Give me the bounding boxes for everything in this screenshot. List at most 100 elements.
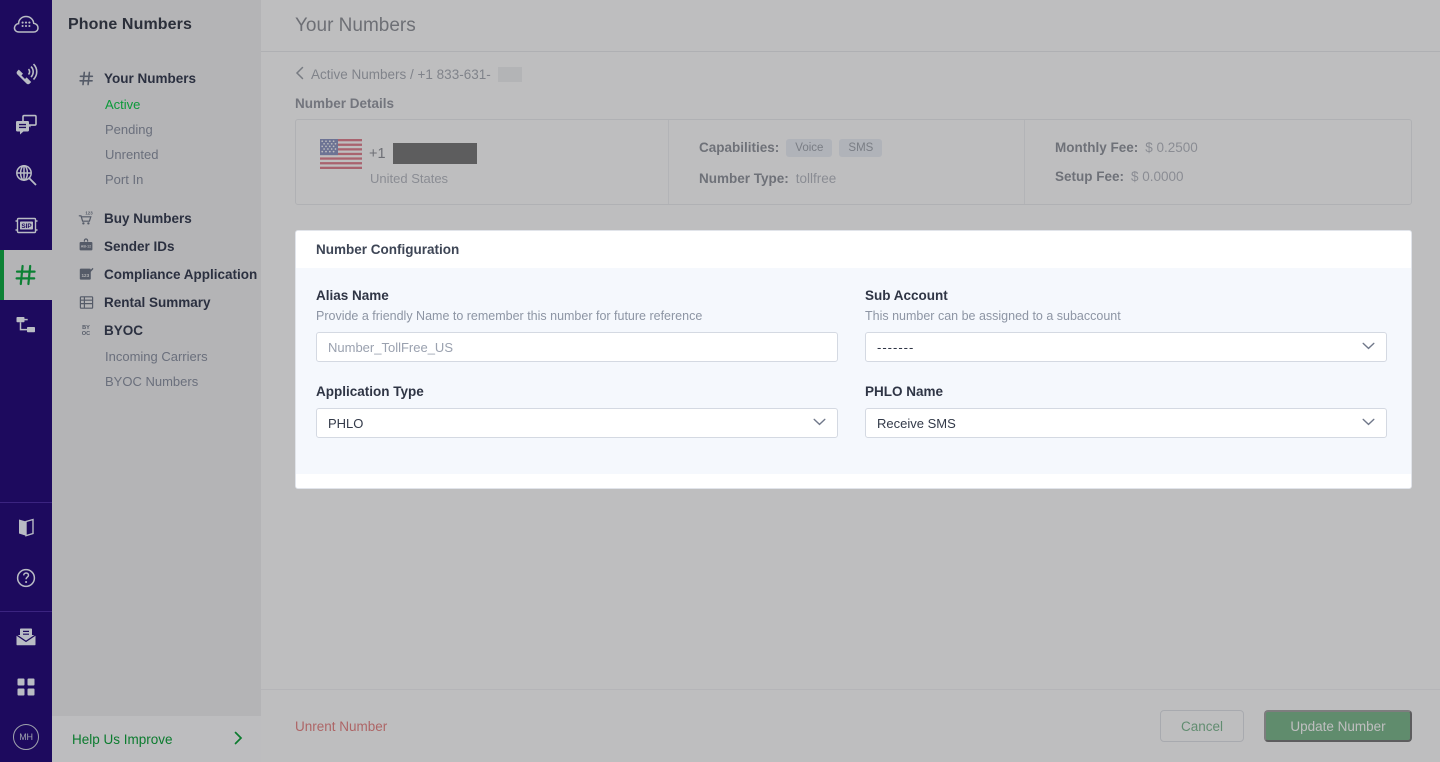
- alias-name-input[interactable]: Number_TollFree_US: [316, 332, 838, 362]
- alias-name-field: Alias Name Provide a friendly Name to re…: [316, 288, 838, 362]
- sidebar-subitem-active[interactable]: Active: [52, 92, 261, 117]
- country-code: +1: [369, 146, 386, 162]
- apps-grid-icon[interactable]: [0, 662, 52, 712]
- breadcrumb-text: Active Numbers / +1 833-631-: [311, 67, 491, 82]
- cloud-grid-icon[interactable]: [0, 0, 52, 50]
- sidebar-subitem-pending[interactable]: Pending: [52, 117, 261, 142]
- application-type-field: Application Type PHLO: [316, 384, 838, 438]
- config-row-1: Alias Name Provide a friendly Name to re…: [316, 288, 1387, 362]
- setup-fee-label: Setup Fee:: [1055, 169, 1124, 184]
- hash-icon[interactable]: [0, 250, 52, 300]
- sidebar-item-your-numbers[interactable]: Your Numbers: [52, 64, 261, 92]
- number-identity: +1 United States: [296, 120, 668, 204]
- sidebar-item-label: Sender IDs: [104, 239, 175, 254]
- billing-icon[interactable]: [0, 612, 52, 662]
- monthly-fee-label: Monthly Fee:: [1055, 140, 1138, 155]
- chevron-down-icon: [813, 418, 826, 429]
- phlo-name-field: PHLO Name Receive SMS: [865, 384, 1387, 438]
- capability-chip-sms: SMS: [839, 139, 882, 157]
- svg-text:SIP: SIP: [21, 222, 32, 229]
- sidebar-item-label: BYOC: [104, 323, 143, 338]
- action-bar: Unrent Number Cancel Update Number: [261, 689, 1440, 762]
- avatar-initials: MH: [13, 724, 39, 750]
- sidebar-item-label: Buy Numbers: [104, 211, 192, 226]
- application-type-value: PHLO: [328, 416, 363, 431]
- sidebar-item-buy-numbers[interactable]: 123 Buy Numbers: [52, 204, 261, 232]
- svg-text:123: 123: [81, 273, 89, 278]
- breadcrumb[interactable]: Active Numbers / +1 833-631-: [295, 52, 1412, 96]
- sidebar-item-sender-ids[interactable]: AB-12 Sender IDs: [52, 232, 261, 260]
- sidebar: Phone Numbers Your Numbers Active Pendin…: [52, 0, 261, 762]
- redacted-number-suffix: [498, 67, 522, 82]
- application-type-select[interactable]: PHLO: [316, 408, 838, 438]
- app-root: SIP: [0, 0, 1440, 762]
- sidebar-title: Phone Numbers: [52, 0, 261, 34]
- lookup-icon[interactable]: [0, 150, 52, 200]
- svg-text:OC: OC: [82, 331, 90, 337]
- sidebar-subitem-byoc-numbers[interactable]: BYOC Numbers: [52, 369, 261, 394]
- icon-rail: SIP: [0, 0, 52, 762]
- sidebar-subitem-port-in[interactable]: Port In: [52, 167, 261, 192]
- number-row: +1: [320, 139, 668, 169]
- sidebar-item-rental-summary[interactable]: Rental Summary: [52, 288, 261, 316]
- phlo-name-label: PHLO Name: [865, 384, 1387, 399]
- page-title: Your Numbers: [295, 15, 416, 37]
- page-header: Your Numbers: [261, 0, 1440, 52]
- main-content: Your Numbers Active Numbers / +1 833-631…: [261, 0, 1440, 762]
- application-type-label: Application Type: [316, 384, 838, 399]
- hash-icon: [78, 70, 94, 86]
- setup-fee-row: Setup Fee: $ 0.0000: [1055, 169, 1411, 184]
- nav-gap: [52, 192, 261, 204]
- sip-trunk-icon[interactable]: SIP: [0, 200, 52, 250]
- alias-name-label: Alias Name: [316, 288, 838, 303]
- cancel-button[interactable]: Cancel: [1160, 710, 1244, 742]
- capabilities-label: Capabilities:: [699, 140, 779, 155]
- compliance-icon: 123: [78, 266, 94, 282]
- byoc-icon: BY OC: [78, 322, 94, 338]
- chevron-down-icon: [1362, 342, 1375, 353]
- sidebar-subitem-unrented[interactable]: Unrented: [52, 142, 261, 167]
- panel-footer-strip: [296, 474, 1411, 488]
- number-fees: Monthly Fee: $ 0.2500 Setup Fee: $ 0.000…: [1024, 120, 1411, 204]
- phlo-name-select[interactable]: Receive SMS: [865, 408, 1387, 438]
- sidebar-item-label: Your Numbers: [104, 71, 196, 86]
- avatar[interactable]: MH: [0, 712, 52, 762]
- number-type-value: tollfree: [796, 171, 837, 186]
- flow-icon[interactable]: [0, 300, 52, 350]
- sidebar-item-compliance-application[interactable]: 123 Compliance Application: [52, 260, 261, 288]
- phone-ringing-icon[interactable]: [0, 50, 52, 100]
- action-buttons: Cancel Update Number: [1160, 710, 1412, 742]
- chevron-right-icon: [234, 731, 243, 748]
- sub-account-select[interactable]: -------: [865, 332, 1387, 362]
- number-type-label: Number Type:: [699, 171, 789, 186]
- config-row-2: Application Type PHLO: [316, 384, 1387, 438]
- phlo-name-value: Receive SMS: [877, 416, 956, 431]
- sub-account-field: Sub Account This number can be assigned …: [865, 288, 1387, 362]
- update-number-button[interactable]: Update Number: [1264, 710, 1412, 742]
- number-configuration-body: Alias Name Provide a friendly Name to re…: [296, 268, 1411, 474]
- content-area: Active Numbers / +1 833-631- Number Deta…: [261, 52, 1440, 489]
- sidebar-nav: Your Numbers Active Pending Unrented Por…: [52, 64, 261, 716]
- number-configuration-panel: Number Configuration Alias Name Provide …: [295, 230, 1412, 489]
- sidebar-item-byoc[interactable]: BY OC BYOC: [52, 316, 261, 344]
- monthly-fee-row: Monthly Fee: $ 0.2500: [1055, 140, 1411, 155]
- help-icon[interactable]: [0, 553, 52, 603]
- capabilities-row: Capabilities: Voice SMS: [699, 139, 1024, 157]
- sub-account-hint: This number can be assigned to a subacco…: [865, 309, 1387, 323]
- alias-name-hint: Provide a friendly Name to remember this…: [316, 309, 838, 323]
- chevron-left-icon[interactable]: [295, 66, 304, 83]
- docs-icon[interactable]: [0, 503, 52, 553]
- svg-text:AB-12: AB-12: [81, 245, 91, 249]
- message-icon[interactable]: [0, 100, 52, 150]
- help-us-improve-button[interactable]: Help Us Improve: [52, 716, 261, 762]
- unrent-number-link[interactable]: Unrent Number: [295, 719, 387, 734]
- country-name: United States: [370, 171, 668, 186]
- capability-chip-voice: Voice: [786, 139, 832, 157]
- sidebar-subitem-incoming-carriers[interactable]: Incoming Carriers: [52, 344, 261, 369]
- sidebar-item-label: Compliance Application: [104, 267, 257, 282]
- number-details-card: +1 United States Capabilities: Voice SMS…: [295, 119, 1412, 205]
- us-flag-icon: [320, 139, 362, 169]
- svg-text:123: 123: [85, 211, 93, 216]
- sub-account-value: -------: [877, 340, 914, 355]
- monthly-fee-value: $ 0.2500: [1145, 140, 1198, 155]
